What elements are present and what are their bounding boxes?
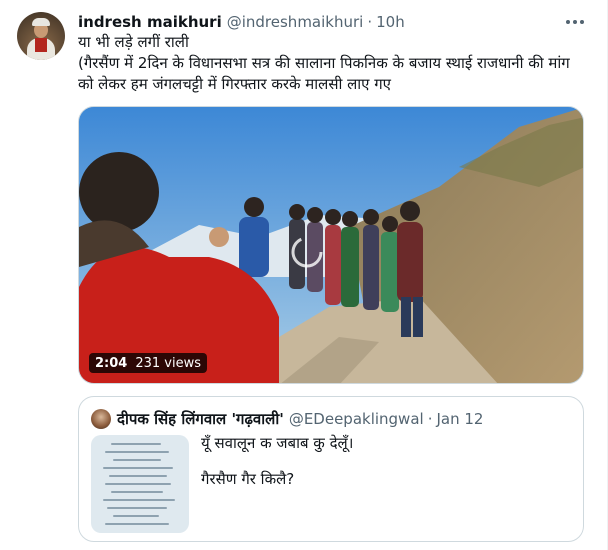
quoted-author-avatar[interactable] (91, 409, 111, 429)
quoted-tweet-image[interactable] (91, 435, 189, 533)
more-horizontal-icon[interactable] (564, 12, 586, 32)
tweet-text-line: को लेकर हम जंगलचट्टी में गिरफ्तार करके म… (78, 75, 391, 93)
quoted-text-line: गैरसैण गैर किलै? (201, 470, 295, 488)
tweet-text: या भी लड़े लगीं राली (गैरसैंण में 2दिन क… (78, 32, 590, 95)
quoted-tweet[interactable]: दीपक सिंह लिंगवाल 'गढ़वाली' @EDeepakling… (78, 396, 584, 542)
quoted-header-separator: · (427, 410, 433, 428)
tweet-time[interactable]: 10h (376, 13, 405, 31)
video-frame (79, 107, 583, 383)
quoted-tweet-header: दीपक सिंह लिंगवाल 'गढ़वाली' @EDeepakling… (117, 408, 483, 430)
tweet-text-line: (गैरसैंण में 2दिन के विधानसभा सत्र की सा… (78, 54, 570, 72)
quoted-text-line: यूँ सवालून क जबाब कु देलूँ। (201, 434, 354, 452)
quoted-author-handle[interactable]: @EDeepaklingwal (289, 410, 424, 428)
quoted-tweet-text: यूँ सवालून क जबाब कु देलूँ। गैरसैण गैर क… (201, 433, 571, 489)
video-duration-badge: 2:04 231 views (89, 353, 207, 373)
video-duration: 2:04 (95, 355, 128, 371)
video-player[interactable]: 2:04 231 views (78, 106, 584, 384)
video-views: 231 views (135, 355, 201, 371)
quoted-author-name[interactable]: दीपक सिंह लिंगवाल 'गढ़वाली' (117, 409, 284, 429)
tweet-header: indresh maikhuri @indreshmaikhuri · 10h (78, 11, 405, 33)
author-avatar[interactable] (17, 12, 65, 60)
tweet-text-line: या भी लड़े लगीं राली (78, 33, 189, 51)
quoted-tweet-time[interactable]: Jan 12 (436, 410, 483, 428)
header-separator: · (367, 13, 373, 31)
tweet[interactable]: indresh maikhuri @indreshmaikhuri · 10h … (0, 0, 608, 550)
author-name[interactable]: indresh maikhuri (78, 13, 222, 31)
author-handle[interactable]: @indreshmaikhuri (227, 13, 364, 31)
